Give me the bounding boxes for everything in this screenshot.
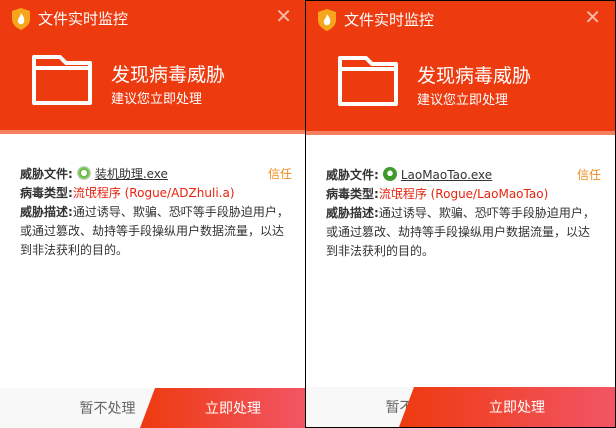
threat-subheading: 建议您立即处理: [111, 92, 203, 107]
footer: 暂不处理 立即处理: [0, 388, 306, 428]
type-label: 病毒类型:: [326, 187, 379, 201]
gear-icon: [76, 166, 91, 180]
usb-drive-icon: [382, 167, 397, 181]
ignore-button[interactable]: 暂不处理: [0, 388, 140, 428]
virus-type: 流氓程序 (Rogue/LaoMaoTao): [378, 187, 549, 201]
alert-header: 文件实时监控 ✕ 发现病毒威胁 建议您立即处理: [0, 0, 306, 134]
threat-details: 威胁文件: LaoMaoTao.exe 信任 病毒类型:流氓程序 (Rogue/La…: [326, 166, 601, 261]
alert-window-1: 文件实时监控 ✕ 发现病毒威胁 建议您立即处理 威胁文件: 装机助理.exe 信任 …: [0, 0, 306, 428]
shield-flame-logo-icon: [12, 8, 30, 30]
handle-now-button[interactable]: 立即处理: [140, 388, 306, 428]
type-label: 病毒类型:: [20, 186, 73, 200]
window-title: 文件实时监控: [344, 11, 435, 29]
trust-button[interactable]: 信任: [268, 165, 292, 184]
file-label: 威胁文件:: [20, 167, 73, 181]
threat-heading: 发现病毒威胁: [417, 65, 532, 87]
shield-flame-logo-icon: [318, 9, 336, 31]
window-title: 文件实时监控: [38, 10, 129, 28]
close-icon[interactable]: ✕: [584, 7, 601, 27]
file-label: 威胁文件:: [326, 168, 379, 182]
footer: 暂不处理 立即处理: [306, 387, 615, 427]
alert-window-2: 文件实时监控 ✕ 发现病毒威胁 建议您立即处理 威胁文件: LaoMaoTao.e…: [305, 0, 616, 428]
folder-icon: [338, 56, 398, 106]
close-icon[interactable]: ✕: [275, 6, 292, 26]
desc-label: 威胁描述:: [326, 206, 379, 220]
handle-now-button[interactable]: 立即处理: [399, 387, 615, 427]
trust-button[interactable]: 信任: [577, 166, 601, 185]
threat-heading: 发现病毒威胁: [111, 64, 226, 86]
folder-icon: [32, 55, 92, 105]
virus-type: 流氓程序 (Rogue/ADZhuli.a): [72, 186, 235, 200]
threat-subheading: 建议您立即处理: [417, 93, 509, 108]
desc-label: 威胁描述:: [20, 205, 73, 219]
alert-header: 文件实时监控 ✕ 发现病毒威胁 建议您立即处理: [306, 1, 615, 135]
file-name-link[interactable]: 装机助理.exe: [95, 167, 168, 181]
file-name-link[interactable]: LaoMaoTao.exe: [401, 168, 492, 182]
threat-details: 威胁文件: 装机助理.exe 信任 病毒类型:流氓程序 (Rogue/ADZhuli…: [20, 165, 292, 260]
